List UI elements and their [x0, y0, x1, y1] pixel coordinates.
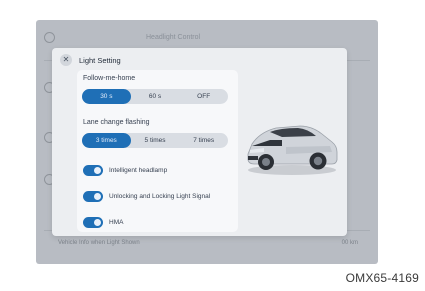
- intelligent-headlamp-row: Intelligent headlamp: [83, 163, 167, 177]
- lock-light-signal-toggle[interactable]: [83, 190, 103, 202]
- hma-toggle[interactable]: [83, 216, 103, 228]
- intelligent-headlamp-toggle[interactable]: [83, 164, 103, 176]
- hma-row: HMA: [83, 215, 123, 229]
- lane-change-flashing-label: Lane change flashing: [83, 119, 150, 126]
- lane-change-option-5[interactable]: 5 times: [131, 133, 180, 148]
- follow-me-home-option-60s[interactable]: 60 s: [131, 89, 180, 104]
- hma-label: HMA: [109, 218, 124, 226]
- follow-me-home-selector: 30 s 60 s OFF: [82, 89, 228, 104]
- lane-change-option-3[interactable]: 3 times: [82, 133, 131, 148]
- lock-light-signal-label: Unlocking and Locking Light Signal: [109, 192, 211, 200]
- vehicle-image: [242, 110, 342, 180]
- figure-code: OMX65-4169: [345, 271, 419, 285]
- lock-light-signal-row: Unlocking and Locking Light Signal: [83, 189, 210, 203]
- car-icon: [247, 125, 338, 175]
- dialog-header: ✕ Light Setting: [52, 48, 347, 72]
- follow-me-home-option-30s[interactable]: 30 s: [82, 89, 131, 104]
- dialog-title: Light Setting: [79, 55, 121, 65]
- settings-panel: Follow-me-home 30 s 60 s OFF Lane change…: [77, 70, 238, 232]
- follow-me-home-option-off[interactable]: OFF: [179, 89, 228, 104]
- intelligent-headlamp-label: Intelligent headlamp: [109, 166, 168, 174]
- follow-me-home-label: Follow-me-home: [83, 75, 136, 82]
- close-icon[interactable]: ✕: [60, 54, 72, 66]
- lane-change-flashing-selector: 3 times 5 times 7 times: [82, 133, 228, 148]
- light-setting-dialog: ✕ Light Setting Follow-me-home 30 s 60 s…: [52, 48, 347, 236]
- lane-change-option-7[interactable]: 7 times: [179, 133, 228, 148]
